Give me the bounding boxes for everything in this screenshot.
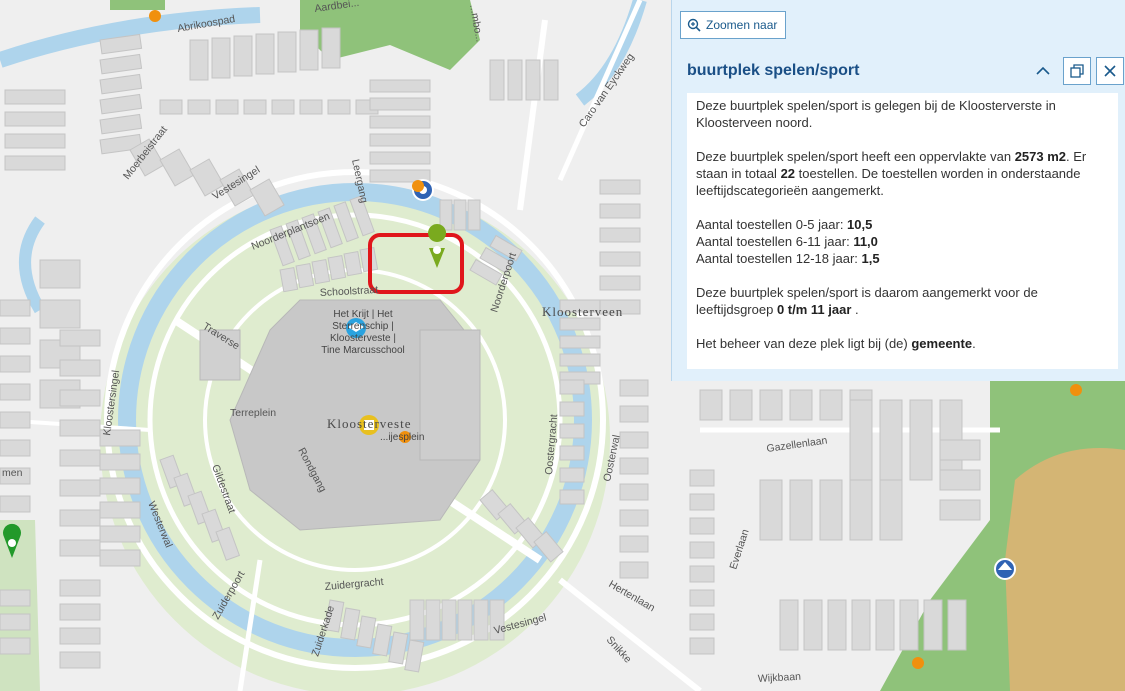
age-0-5-value: 10,5: [847, 217, 873, 232]
collapse-button[interactable]: [1029, 57, 1057, 85]
popup-paragraph: Deze buurtplek spelen/sport is gelegen b…: [696, 98, 1056, 130]
school-label-line: Sterrenschip |: [332, 321, 394, 332]
poi-dot[interactable]: [912, 657, 924, 669]
chevron-up-icon: [1036, 66, 1050, 75]
popup-content: Deze buurtplek spelen/sport is gelegen b…: [687, 93, 1118, 369]
poi-dot[interactable]: [1070, 384, 1082, 396]
age-12-18-value: 1,5: [861, 251, 880, 266]
zoom-in-icon: [687, 18, 701, 32]
popup-paragraph: Het beheer van deze plek ligt bij (de) g…: [696, 336, 976, 351]
sport-marker[interactable]: [994, 558, 1016, 580]
street-label: Wijkbaan: [758, 671, 802, 685]
poi-dot[interactable]: [412, 180, 424, 192]
mall-label: Kloosterveste: [327, 416, 411, 431]
school-label-line: Het Krijt | Het: [333, 309, 392, 320]
zoom-to-button[interactable]: Zoomen naar: [680, 11, 787, 39]
poi-dot[interactable]: [149, 10, 161, 22]
school-label-line: Tine Marcusschool: [321, 345, 405, 356]
age-group-value: 0 t/m 11 jaar: [776, 302, 852, 317]
popup-title: buurtplek spelen/sport: [687, 62, 860, 79]
dock-button[interactable]: [1063, 57, 1091, 85]
owner-value: gemeente: [911, 336, 973, 351]
area-value: 2573 m2: [1014, 149, 1067, 164]
close-button[interactable]: [1096, 57, 1124, 85]
district-label: Kloosterveen: [542, 304, 623, 319]
street-label: men: [2, 467, 23, 479]
mall-sub-label: ...ijesplein: [380, 432, 424, 443]
popup-paragraph: Aantal toestellen 0-5 jaar: 10,5 Aantal …: [696, 217, 880, 266]
popup-paragraph: Deze buurtplek spelen/sport is daarom aa…: [696, 285, 1038, 317]
dock-icon: [1070, 64, 1084, 78]
age-6-11-value: 11,0: [853, 234, 878, 249]
street-label: Terreplein: [230, 407, 276, 419]
feature-popup: Zoomen naar buurtplek spelen/sport Deze …: [671, 0, 1125, 381]
zoom-to-label: Zoomen naar: [706, 18, 778, 32]
popup-paragraph: Deze buurtplek spelen/sport heeft een op…: [696, 149, 1087, 198]
close-icon: [1104, 65, 1116, 77]
count-value: 22: [780, 166, 796, 181]
school-label-line: Kloosterveste |: [330, 333, 396, 344]
